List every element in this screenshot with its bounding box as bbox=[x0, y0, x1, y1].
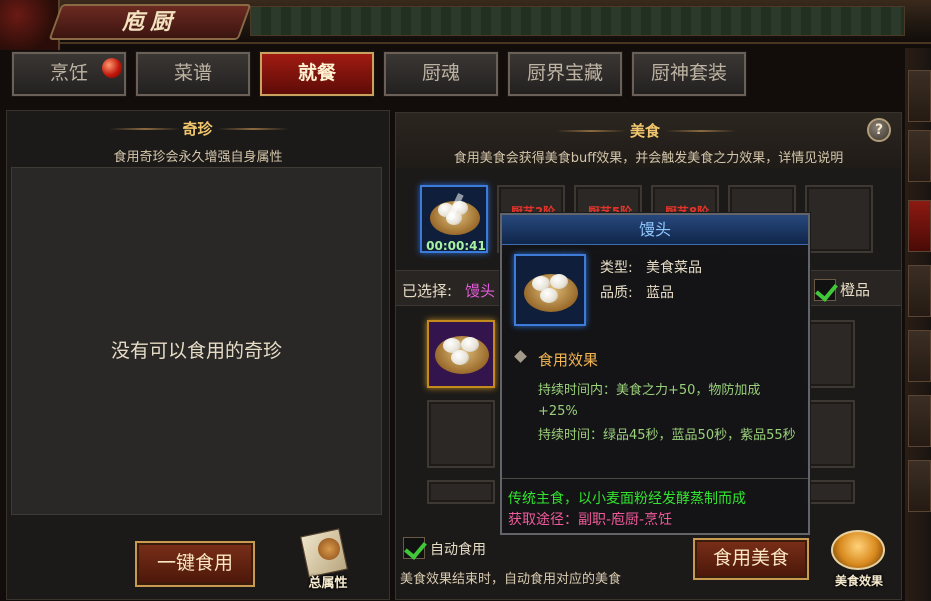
tab-label: 菜谱 bbox=[173, 62, 212, 84]
food-item-slot[interactable] bbox=[805, 400, 855, 468]
tooltip-effect-line1: 持续时间内：美食之力+50，物防加成+25% bbox=[538, 383, 761, 419]
tab-label: 厨魂 bbox=[421, 62, 460, 84]
tab-kitchen-treasure[interactable]: 厨界宝藏 bbox=[507, 51, 623, 97]
orange-filter-label: 橙品 bbox=[840, 281, 871, 299]
tab-cooking[interactable]: 烹饪 bbox=[11, 51, 127, 97]
tooltip-quality-value: 蓝品 bbox=[646, 285, 674, 301]
corner-ornament bbox=[0, 0, 60, 50]
tab-label: 就餐 bbox=[297, 62, 336, 84]
tooltip-flavor-text: 传统主食，以小麦面粉经发酵蒸制而成 bbox=[508, 491, 746, 507]
bun-icon bbox=[451, 350, 469, 365]
eat-all-button[interactable]: 一键食用 bbox=[135, 541, 255, 587]
eat-food-button[interactable]: 食用美食 bbox=[693, 538, 809, 580]
selected-label: 已选择: bbox=[402, 282, 453, 300]
tooltip-type-label: 类型: bbox=[600, 260, 633, 276]
total-attributes-button[interactable]: 总属性 bbox=[298, 528, 358, 594]
tooltip-item-name: 馒头 bbox=[502, 215, 808, 245]
orange-filter-checkbox[interactable] bbox=[814, 279, 836, 301]
side-tab[interactable] bbox=[908, 70, 931, 122]
side-tab-active[interactable] bbox=[908, 200, 931, 252]
food-subtitle: 食用美食会获得美食buff效果，并会触发美食之力效果，详情见说明 bbox=[453, 151, 844, 166]
food-item-slot[interactable] bbox=[427, 480, 495, 504]
food-item-slot[interactable] bbox=[805, 320, 855, 388]
side-tab[interactable] bbox=[908, 460, 931, 512]
food-effects-label: 美食效果 bbox=[834, 574, 883, 588]
banner-pattern bbox=[250, 6, 905, 36]
bun-icon bbox=[540, 288, 558, 303]
tab-bar: 烹饪 菜谱 就餐 厨魂 厨界宝藏 厨神套装 bbox=[8, 51, 903, 97]
active-food-slot[interactable]: 00:00:41 bbox=[420, 185, 488, 253]
tooltip-divider bbox=[502, 478, 808, 479]
auto-eat-label: 自动食用 bbox=[430, 542, 486, 558]
golden-dish-icon bbox=[831, 530, 885, 570]
auto-eat-checkbox[interactable] bbox=[403, 537, 425, 559]
tab-label: 厨界宝藏 bbox=[526, 62, 603, 84]
tab-chef-god-set[interactable]: 厨神套装 bbox=[631, 51, 747, 97]
tooltip-source-text: 获取途径：副职-庖厨-烹饪 bbox=[508, 512, 673, 528]
tab-chef-soul[interactable]: 厨魂 bbox=[383, 51, 499, 97]
tab-recipes[interactable]: 菜谱 bbox=[135, 51, 251, 97]
empty-slot[interactable] bbox=[805, 185, 873, 253]
tooltip-quality-label: 品质: bbox=[600, 285, 633, 301]
side-tab[interactable] bbox=[908, 130, 931, 182]
treasure-subtitle: 食用奇珍会永久增强自身属性 bbox=[113, 150, 283, 165]
total-attributes-label: 总属性 bbox=[308, 576, 348, 591]
food-title: 美食 bbox=[629, 122, 660, 140]
tooltip-effect-line2: 持续时间：绿品45秒，蓝品50秒，紫品55秒 bbox=[538, 428, 796, 443]
treasure-title: 奇珍 bbox=[182, 120, 213, 138]
buff-timer: 00:00:41 bbox=[426, 239, 486, 253]
tooltip-type-value: 美食菜品 bbox=[646, 260, 702, 276]
tooltip-item-icon bbox=[514, 254, 586, 326]
bun-icon bbox=[550, 274, 568, 289]
food-item-slot[interactable] bbox=[427, 400, 495, 468]
tab-dining[interactable]: 就餐 bbox=[259, 51, 375, 97]
empty-message: 没有可以食用的奇珍 bbox=[110, 340, 282, 362]
dish-icon bbox=[318, 538, 340, 560]
side-tab[interactable] bbox=[908, 330, 931, 382]
selected-value: 馒头 bbox=[465, 282, 496, 300]
auto-eat-note: 美食效果结束时，自动食用对应的美食 bbox=[400, 572, 622, 587]
help-icon[interactable]: ? bbox=[867, 118, 891, 142]
food-item-slot[interactable] bbox=[805, 480, 855, 504]
tab-label: 烹饪 bbox=[49, 62, 88, 84]
food-item-slot[interactable] bbox=[427, 320, 495, 388]
tooltip-effect-header: 食用效果 bbox=[538, 351, 599, 369]
tab-label: 厨神套装 bbox=[650, 62, 727, 84]
window-title: 庖厨 bbox=[121, 9, 178, 35]
side-tab[interactable] bbox=[908, 395, 931, 447]
food-effects-button[interactable]: 美食效果 bbox=[825, 524, 893, 596]
side-tab[interactable] bbox=[908, 265, 931, 317]
alert-dot-icon bbox=[102, 58, 122, 78]
